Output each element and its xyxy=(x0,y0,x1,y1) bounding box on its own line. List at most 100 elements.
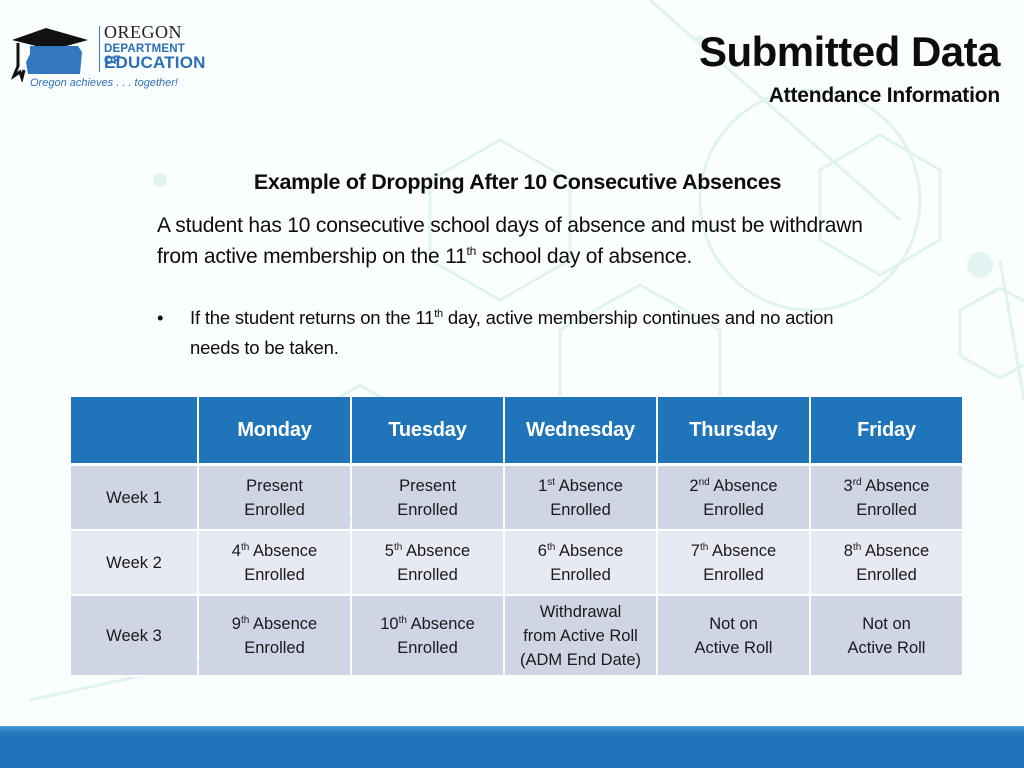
cell-status-text: Absence xyxy=(861,476,930,495)
week-label-cell: Week 1 xyxy=(71,466,197,531)
cell-status-text: Absence xyxy=(402,541,471,560)
attendance-status-cell: 3rd Absence Enrolled xyxy=(811,466,962,531)
ordinal-number: 6 xyxy=(537,541,547,560)
cell-line-2: Active Roll xyxy=(847,638,926,657)
cell-line-2: from Active Roll xyxy=(523,626,638,645)
attendance-status-cell: 2nd Absence Enrolled xyxy=(658,466,809,531)
attendance-status-cell: 1st Absence Enrolled xyxy=(505,466,656,531)
cell-line-2: Active Roll xyxy=(694,638,773,657)
cell-status-text: Not on xyxy=(709,614,758,633)
cell-status-text: Absence xyxy=(861,541,930,560)
footer-bar xyxy=(0,726,1024,768)
cell-line-1: 7th Absence xyxy=(658,539,809,563)
attendance-status-cell: Withdrawal from Active Roll (ADM End Date) xyxy=(505,596,656,677)
attendance-status-cell: Present Enrolled xyxy=(352,466,503,531)
cell-line-2: Enrolled xyxy=(856,565,917,584)
table-row: Week 2 4th Absence Enrolled 5th Absence Enro… xyxy=(71,531,962,596)
table-row: Week 1 Present Enrolled Present Enrolled 1st … xyxy=(71,466,962,531)
ordinal-suffix: rd xyxy=(852,476,862,488)
description-paragraph: A student has 10 consecutive school days… xyxy=(157,210,877,272)
cell-status-text: Withdrawal xyxy=(539,602,622,621)
bullet-marker: • xyxy=(157,307,164,328)
cell-line-1: 10th Absence xyxy=(352,612,503,636)
cell-status-text: Absence xyxy=(709,476,778,495)
oregon-doe-logo[interactable]: OREGON DEPARTMENT OF EDUCATION Oregon ac… xyxy=(8,22,205,94)
cell-status-text: Absence xyxy=(249,614,318,633)
cell-line-2: Enrolled xyxy=(550,565,611,584)
cell-line-2: Enrolled xyxy=(244,565,305,584)
bullet-item: • If the student returns on the 11th day… xyxy=(157,303,877,363)
week-label-cell: Week 2 xyxy=(71,531,197,596)
cell-status-text: Absence xyxy=(249,541,318,560)
column-header-tuesday: Tuesday xyxy=(352,397,503,466)
ordinal-number: 1 xyxy=(538,476,548,495)
column-header-wednesday: Wednesday xyxy=(505,397,656,466)
ordinal-number: 8 xyxy=(843,541,853,560)
ordinal-number: 9 xyxy=(231,614,241,633)
attendance-status-cell: 4th Absence Enrolled xyxy=(199,531,350,596)
cell-line-1: Withdrawal xyxy=(505,600,656,624)
logo-divider xyxy=(99,26,100,72)
paragraph-text-part2: school day of absence. xyxy=(476,245,693,268)
bullet-text: If the student returns on the 11th day, … xyxy=(190,303,877,363)
table-row: Week 3 9th Absence Enrolled 10th Absence Enr… xyxy=(71,596,962,677)
table-header-row: Monday Tuesday Wednesday Thursday Friday xyxy=(71,397,962,466)
logo-education-text: EDUCATION xyxy=(104,53,206,72)
section-heading: Example of Dropping After 10 Consecutive… xyxy=(253,170,782,194)
ordinal-suffix: nd xyxy=(698,476,710,488)
attendance-status-cell: 7th Absence Enrolled xyxy=(658,531,809,596)
ordinal-suffix: th xyxy=(398,614,407,626)
ordinal-number: 5 xyxy=(384,541,394,560)
cell-line-1: Present xyxy=(352,474,503,498)
attendance-status-cell: 9th Absence Enrolled xyxy=(199,596,350,677)
attendance-status-cell: 10th Absence Enrolled xyxy=(352,596,503,677)
cell-line-2: Enrolled xyxy=(856,500,917,519)
cell-line-1: Present xyxy=(199,474,350,498)
ordinal-suffix: st xyxy=(547,476,556,488)
ordinal-number: 2 xyxy=(689,476,699,495)
ordinal-number: 7 xyxy=(690,541,700,560)
cell-line-1: 5th Absence xyxy=(352,539,503,563)
cell-line-2: Enrolled xyxy=(397,500,458,519)
bullet-ordinal-suffix: th xyxy=(434,308,443,320)
page-subtitle: Attendance Information xyxy=(768,84,1000,107)
paragraph-ordinal-suffix: th xyxy=(466,244,477,258)
logo-tagline: Oregon achieves . . . together! xyxy=(30,77,178,89)
cell-status-text: Present xyxy=(399,476,456,495)
cell-status-text: Present xyxy=(246,476,303,495)
cell-line-1: Not on xyxy=(811,612,962,636)
cell-status-text: Absence xyxy=(406,614,475,633)
cell-status-text: Absence xyxy=(555,541,624,560)
column-header-thursday: Thursday xyxy=(658,397,809,466)
attendance-status-cell: Present Enrolled xyxy=(199,466,350,531)
cell-line-2: Enrolled xyxy=(244,500,305,519)
oregon-graduation-cap-icon xyxy=(10,28,88,82)
cell-line-1: 8th Absence xyxy=(811,539,962,563)
attendance-status-cell: 6th Absence Enrolled xyxy=(505,531,656,596)
cell-line-1: Not on xyxy=(658,612,809,636)
cell-status-text: Not on xyxy=(862,614,911,633)
column-header-week xyxy=(71,397,197,466)
cell-line-1: 2nd Absence xyxy=(658,474,809,498)
bullet-text-part1: If the student returns on the 11 xyxy=(190,307,435,328)
attendance-status-cell: Not on Active Roll xyxy=(811,596,962,677)
attendance-status-cell: 8th Absence Enrolled xyxy=(811,531,962,596)
cell-line-1: 4th Absence xyxy=(199,539,350,563)
cell-line-1: 1st Absence xyxy=(505,474,656,498)
cell-line-2: Enrolled xyxy=(550,500,611,519)
cell-line-1: 3rd Absence xyxy=(811,474,962,498)
cell-status-text: Absence xyxy=(708,541,777,560)
cell-line-2: Enrolled xyxy=(244,638,305,657)
ordinal-number: 4 xyxy=(231,541,241,560)
cell-line-2: Enrolled xyxy=(397,565,458,584)
column-header-friday: Friday xyxy=(811,397,962,466)
ordinal-number: 10 xyxy=(380,614,399,633)
week-label-cell: Week 3 xyxy=(71,596,197,677)
cell-line-1: 6th Absence xyxy=(505,539,656,563)
attendance-status-cell: 5th Absence Enrolled xyxy=(352,531,503,596)
cell-line-1: 9th Absence xyxy=(199,612,350,636)
cell-line-3: (ADM End Date) xyxy=(519,650,642,669)
attendance-example-table: Monday Tuesday Wednesday Thursday Friday… xyxy=(69,397,964,677)
ordinal-number: 3 xyxy=(843,476,853,495)
page-title: Submitted Data xyxy=(698,28,1001,75)
